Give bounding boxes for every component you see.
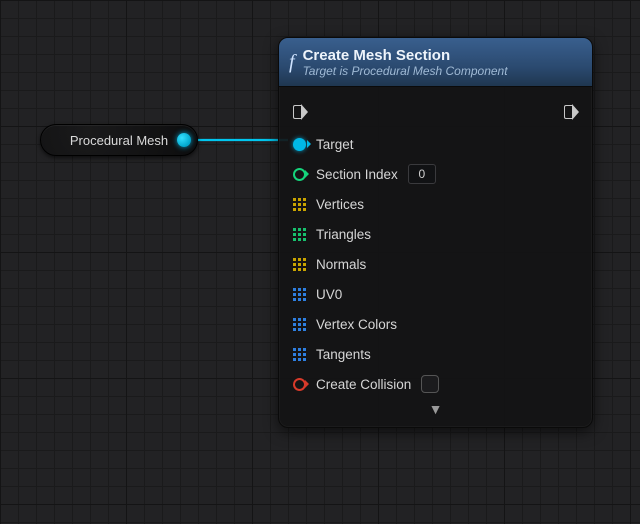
pin-row-target: Target <box>293 129 578 159</box>
create-collision-checkbox[interactable] <box>421 375 439 393</box>
normals-pin[interactable] <box>293 258 306 271</box>
pin-row-tangents: Tangents <box>293 339 578 369</box>
pin-row-section-index: Section Index 0 <box>293 159 578 189</box>
node-subtitle: Target is Procedural Mesh Component <box>303 64 508 78</box>
pin-label: Create Collision <box>316 377 411 392</box>
target-pin[interactable] <box>293 138 306 151</box>
pin-label: Vertex Colors <box>316 317 397 332</box>
function-icon: f <box>289 52 295 72</box>
pin-label: Vertices <box>316 197 364 212</box>
node-title: Create Mesh Section <box>303 47 508 64</box>
pin-label: Normals <box>316 257 366 272</box>
section-index-pin[interactable] <box>293 168 306 181</box>
output-pin[interactable] <box>177 133 191 147</box>
pin-label: Section Index <box>316 167 398 182</box>
vertices-pin[interactable] <box>293 198 306 211</box>
create-collision-pin[interactable] <box>293 378 306 391</box>
pin-label: UV0 <box>316 287 342 302</box>
pin-label: Target <box>316 137 354 152</box>
pin-label: Tangents <box>316 347 371 362</box>
pin-row-vertices: Vertices <box>293 189 578 219</box>
section-index-input[interactable]: 0 <box>408 164 436 184</box>
pin-label: Triangles <box>316 227 371 242</box>
pin-row-triangles: Triangles <box>293 219 578 249</box>
node-header[interactable]: f Create Mesh Section Target is Procedur… <box>279 38 592 87</box>
triangles-pin[interactable] <box>293 228 306 241</box>
node-create-mesh-section[interactable]: f Create Mesh Section Target is Procedur… <box>278 37 593 428</box>
exec-in-pin[interactable] <box>293 103 307 119</box>
pin-row-uv0: UV0 <box>293 279 578 309</box>
pin-row-vertex-colors: Vertex Colors <box>293 309 578 339</box>
exec-out-pin[interactable] <box>564 103 578 119</box>
source-node-label: Procedural Mesh <box>41 133 197 148</box>
pin-row-create-collision: Create Collision <box>293 369 578 399</box>
pin-row-normals: Normals <box>293 249 578 279</box>
vertex-colors-pin[interactable] <box>293 318 306 331</box>
expand-icon[interactable]: ▼ <box>293 399 578 423</box>
tangents-pin[interactable] <box>293 348 306 361</box>
source-node-procedural-mesh[interactable]: Procedural Mesh <box>40 124 198 156</box>
uv0-pin[interactable] <box>293 288 306 301</box>
